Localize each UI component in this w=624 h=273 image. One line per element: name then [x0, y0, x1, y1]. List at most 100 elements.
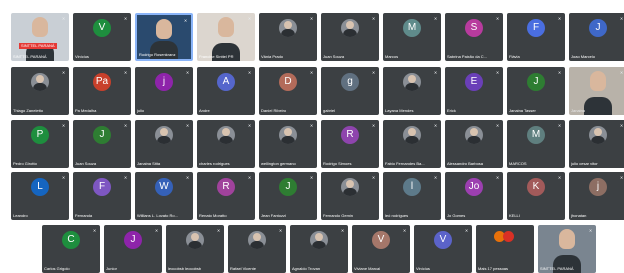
- participant-name: Fernanda: [75, 213, 93, 218]
- participant-name: Erick: [447, 108, 456, 113]
- avatar: j: [589, 178, 607, 196]
- avatar: M: [403, 19, 421, 37]
- avatar: [503, 231, 514, 242]
- participant-name: Joao Marcelo: [571, 54, 596, 59]
- avatar: [217, 126, 235, 144]
- participant-tile[interactable]: M ✕ MARCOS: [507, 120, 565, 168]
- participant-tile[interactable]: J ✕ Janaina Tasser: [507, 67, 565, 115]
- participant-tile[interactable]: K ✕ KELLI: [507, 172, 565, 220]
- avatar: g: [341, 73, 359, 91]
- avatar: V: [434, 231, 452, 249]
- avatar: J: [279, 178, 297, 196]
- participant-tile[interactable]: g ✕ gabriel: [321, 67, 379, 115]
- avatar: L: [31, 178, 49, 196]
- participant-tile[interactable]: ✕ Alessandro Barbosa: [445, 120, 503, 168]
- participant-tile[interactable]: V ✕ Vinícius: [414, 225, 472, 273]
- participant-tile[interactable]: l ✕ leó rodrigues: [383, 172, 441, 220]
- participant-tile[interactable]: W ✕ Willians L. Lovato Ro...: [135, 172, 193, 220]
- mic-muted-icon: ✕: [154, 228, 159, 233]
- participant-name: gabriel: [323, 108, 336, 113]
- participant-tile[interactable]: J ✕ Joao Marcelo: [569, 13, 624, 61]
- participant-tile[interactable]: Pa ✕ Pa Medalha: [73, 67, 131, 115]
- participant-name: Alessandro Barbosa: [447, 161, 484, 166]
- participant-name: Janaina Sitta: [137, 161, 161, 166]
- participant-tile[interactable]: j ✕ julio: [135, 67, 193, 115]
- participant-tile[interactable]: L ✕ Leandro: [11, 172, 69, 220]
- participant-tile[interactable]: Mais 17 pessoas: [476, 225, 534, 273]
- mic-muted-icon: ✕: [61, 70, 66, 75]
- participant-tile[interactable]: ✕ Thiago Zaneletto: [11, 67, 69, 115]
- avatar: D: [279, 73, 297, 91]
- participant-tile[interactable]: F ✕ Fernanda: [73, 172, 131, 220]
- participant-tile[interactable]: J ✕ Jean Fantozzi: [259, 172, 317, 220]
- video-overlay-label: SINTTEL PARANÁ: [19, 43, 57, 49]
- mic-muted-icon: ✕: [557, 16, 562, 21]
- avatar: [403, 73, 421, 91]
- mic-muted-icon: ✕: [464, 228, 469, 233]
- participant-tile[interactable]: SINTTEL PARANÁ ✕ SINTTEL PARANÁ: [11, 13, 69, 61]
- participant-tile[interactable]: ✕ Janaina Sitta: [135, 120, 193, 168]
- participant-name: Rafael Vicente: [230, 266, 256, 271]
- mic-muted-icon: ✕: [61, 175, 66, 180]
- participant-tile[interactable]: ✕ Fernando Gemin: [321, 172, 379, 220]
- mic-muted-icon: ✕: [183, 18, 188, 23]
- participant-tile[interactable]: ✕ Agnaldo Trovan: [290, 225, 348, 273]
- avatar: J: [124, 231, 142, 249]
- participant-name: KELLI: [509, 213, 520, 218]
- avatar: W: [155, 178, 173, 196]
- participant-tile[interactable]: ✕ leocobsb leocobsb: [166, 225, 224, 273]
- participant-tile[interactable]: R ✕ Renato Moratto: [197, 172, 255, 220]
- mic-muted-icon: ✕: [123, 16, 128, 21]
- participant-tile[interactable]: A ✕ Andre: [197, 67, 255, 115]
- mic-muted-icon: ✕: [557, 70, 562, 75]
- participant-name: Marcos: [385, 54, 399, 59]
- participant-tile[interactable]: ✕ Rafael Vicente: [228, 225, 286, 273]
- meeting-grid: SINTTEL PARANÁ ✕ SINTTEL PARANÁ V ✕ Vinícius ✕…: [0, 0, 624, 273]
- participant-tile[interactable]: ✕ SINTTEL PARANÁ: [538, 225, 596, 273]
- participant-tile[interactable]: M ✕ Marcos: [383, 13, 441, 61]
- mic-muted-icon: ✕: [123, 123, 128, 128]
- participant-tile[interactable]: ✕ Janaina: [569, 67, 624, 115]
- participant-tile[interactable]: V ✕ Vinícius: [73, 13, 131, 61]
- participant-tile[interactable]: ✕ Layana Mendes: [383, 67, 441, 115]
- participant-name: Willians L. Lovato Ro...: [137, 213, 178, 218]
- mic-muted-icon: ✕: [247, 16, 252, 21]
- avatar: [248, 231, 266, 249]
- participant-name: Carlos Grigolo: [44, 266, 70, 271]
- participant-tile[interactable]: V ✕ Viviane Marcal: [352, 225, 410, 273]
- participant-tile[interactable]: ✕ charles rodrigues: [197, 120, 255, 168]
- participant-tile[interactable]: R ✕ Rodrigo Simoes: [321, 120, 379, 168]
- mic-muted-icon: ✕: [495, 123, 500, 128]
- participant-tile[interactable]: J ✕ Junior: [104, 225, 162, 273]
- participant-tile[interactable]: ✕ Vânia Prado: [259, 13, 317, 61]
- participant-tile[interactable]: Jo ✕ Jo Gomes: [445, 172, 503, 220]
- avatar: J: [589, 19, 607, 37]
- avatar: [155, 126, 173, 144]
- avatar: J: [93, 126, 111, 144]
- participant-name: Andre: [199, 108, 210, 113]
- avatar: Jo: [465, 178, 483, 196]
- participant-tile[interactable]: ✕ Juan Souza: [321, 13, 379, 61]
- participant-tile[interactable]: ✕ Rodrigo Rosenkranz: [135, 13, 193, 61]
- participant-tile[interactable]: E ✕ Erick: [445, 67, 503, 115]
- participant-name: MARCOS: [509, 161, 527, 166]
- mic-muted-icon: ✕: [371, 70, 376, 75]
- participant-tile[interactable]: F ✕ Flávia: [507, 13, 565, 61]
- avatar: K: [527, 178, 545, 196]
- participant-tile[interactable]: J ✕ Juan Souza: [73, 120, 131, 168]
- participant-tile[interactable]: ✕ Francine Sinttel PR: [197, 13, 255, 61]
- participant-tile[interactable]: C ✕ Carlos Grigolo: [42, 225, 100, 273]
- participant-tile[interactable]: ✕ wellington germano: [259, 120, 317, 168]
- avatar: A: [217, 73, 235, 91]
- participant-tile[interactable]: P ✕ Pedro Girotto: [11, 120, 69, 168]
- participant-tile[interactable]: ✕ julio cesar vitor: [569, 120, 624, 168]
- mic-muted-icon: ✕: [309, 175, 314, 180]
- participant-name: Janaina Tasser: [509, 108, 536, 113]
- participant-name: Fernando Gemin: [323, 213, 354, 218]
- participant-tile[interactable]: ✕ Fabio Fernandes Ba...: [383, 120, 441, 168]
- participant-tile[interactable]: D ✕ Daniel Ribeiro: [259, 67, 317, 115]
- participant-tile[interactable]: j ✕ jhonatan: [569, 172, 624, 220]
- participant-tile[interactable]: S ✕ Sabrina Paixão da C...: [445, 13, 503, 61]
- mic-muted-icon: ✕: [92, 228, 97, 233]
- participant-name: SINTTEL PARANÁ: [13, 54, 47, 59]
